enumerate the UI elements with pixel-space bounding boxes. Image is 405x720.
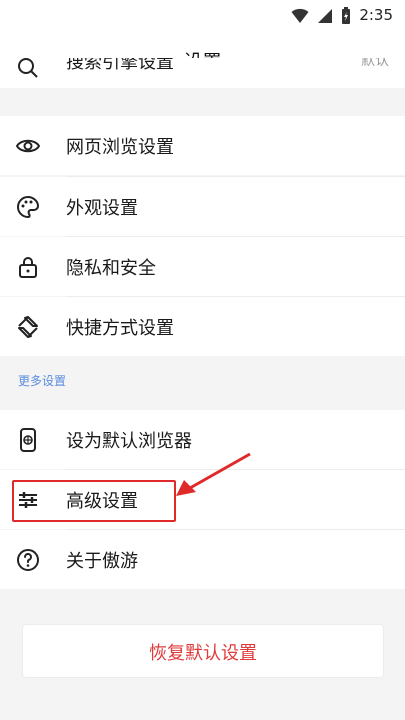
status-bar: 2:35 [0,0,405,32]
help-circle-icon [17,548,39,571]
settings-item-search-engine[interactable]: 搜索引擎设置 默认 [0,58,405,88]
settings-item-appearance[interactable]: 外观设置 [0,177,405,236]
settings-item-label: 外观设置 [66,197,138,219]
settings-item-privacy[interactable]: 隐私和安全 [0,237,405,296]
settings-item-web-browsing[interactable]: 网页浏览设置 [0,116,405,175]
restore-defaults-label: 恢复默认设置 [149,643,257,664]
restore-defaults-button[interactable]: 恢复默认设置 [22,624,384,678]
bottom-bar [0,714,405,720]
shortcut-icon [18,315,38,338]
settings-item-label: 网页浏览设置 [66,136,174,158]
settings-item-label: 快捷方式设置 [66,317,174,339]
section-header-more: 更多设置 [0,356,405,404]
status-icons [291,7,351,25]
highlight-box [12,480,176,522]
settings-item-value: 默认 [361,58,389,69]
section-title: 更多设置 [18,374,67,388]
search-icon [18,58,38,78]
signal-icon [318,9,332,23]
battery-icon [342,7,350,24]
settings-item-label: 隐私和安全 [66,257,156,279]
palette-icon [17,195,40,218]
annotation-arrow-icon [176,452,251,496]
settings-item-label: 搜索引擎设置 [66,58,174,73]
lock-icon [19,256,37,278]
settings-item-label: 设为默认浏览器 [66,430,192,452]
wifi-icon [291,8,309,23]
status-time: 2:35 [359,6,393,24]
browser-phone-icon [20,427,36,452]
eye-icon [16,139,40,152]
settings-item-shortcuts[interactable]: 快捷方式设置 [0,297,405,356]
settings-item-about[interactable]: 关于傲游 [0,530,405,589]
settings-item-label: 关于傲游 [66,550,138,572]
